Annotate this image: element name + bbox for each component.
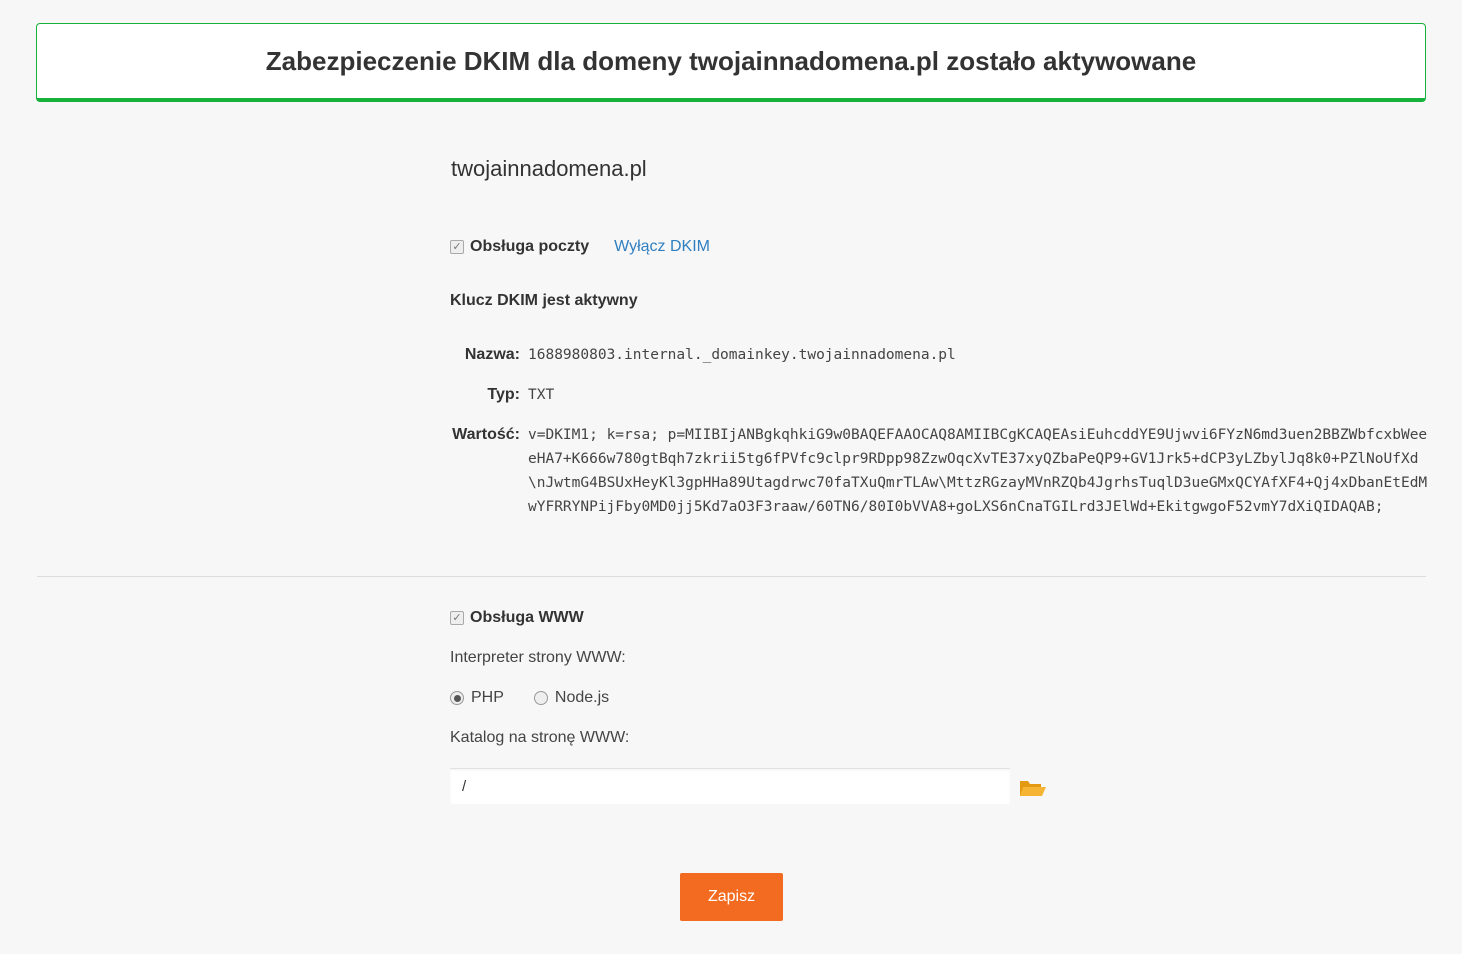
folder-open-icon[interactable]: [1019, 778, 1046, 798]
mail-service-label: Obsługa poczty: [470, 238, 590, 255]
radio-php-label: PHP: [471, 689, 504, 706]
record-name-value: 1688980803.internal._domainkey.twojainna…: [528, 347, 956, 363]
record-type-value: TXT: [528, 387, 555, 403]
banner-message: Zabezpieczenie DKIM dla domeny twojainna…: [265, 45, 1197, 76]
domain-title: twojainnadomena.pl: [451, 156, 647, 181]
save-button[interactable]: Zapisz: [680, 873, 783, 921]
www-service-label: Obsługa WWW: [470, 609, 584, 626]
success-banner: Zabezpieczenie DKIM dla domeny twojainna…: [36, 23, 1426, 102]
directory-label: Katalog na stronę WWW:: [450, 729, 630, 746]
www-service-checkbox[interactable]: ✓: [450, 611, 464, 625]
dkim-record-name: Nazwa: 1688980803.internal._domainkey.tw…: [450, 346, 956, 367]
dkim-record-value: Wartość: v=DKIM1; k=rsa; p=MIIBIjANBgkqh…: [450, 426, 1428, 519]
section-divider: [37, 576, 1426, 577]
dkim-status: Klucz DKIM jest aktywny: [450, 292, 638, 309]
directory-input[interactable]: [450, 768, 1010, 804]
record-type-label: Typ:: [487, 386, 520, 403]
radio-nodejs-label: Node.js: [554, 689, 610, 706]
record-value-value: v=DKIM1; k=rsa; p=MIIBIjANBgkqhkiG9w0BAQ…: [528, 427, 1428, 515]
radio-nodejs[interactable]: [533, 691, 548, 705]
disable-dkim-link[interactable]: Wyłącz DKIM: [614, 238, 710, 256]
www-service-row: ✓ Obsługa WWW: [450, 609, 584, 627]
radio-php[interactable]: [450, 691, 464, 705]
interpreter-radio-group: PHP Node.js: [450, 689, 609, 707]
mail-service-row: ✓ Obsługa poczty Wyłącz DKIM: [450, 238, 710, 256]
record-value-label: Wartość:: [452, 426, 520, 443]
interpreter-label: Interpreter strony WWW:: [450, 649, 626, 666]
mail-service-checkbox[interactable]: ✓: [450, 240, 464, 254]
record-name-label: Nazwa:: [464, 346, 520, 363]
dkim-record-type: Typ: TXT: [450, 386, 554, 407]
